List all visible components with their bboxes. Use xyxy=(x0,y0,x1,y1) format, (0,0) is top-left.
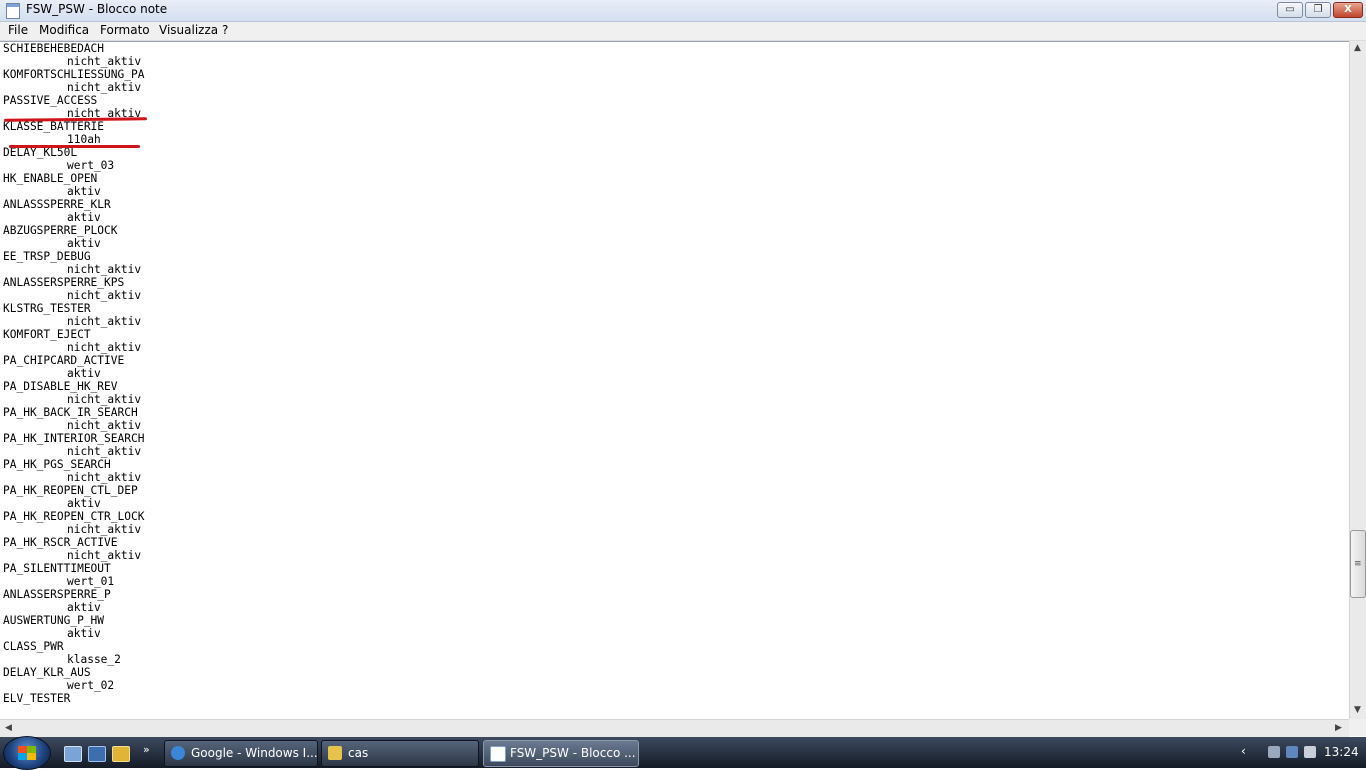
scroll-down-arrow-icon[interactable]: ▼ xyxy=(1354,705,1361,715)
grip-icon: ≡ xyxy=(1354,559,1362,569)
text-line-key: PA_DISABLE_HK_REV xyxy=(3,380,118,393)
network-icon[interactable] xyxy=(1286,746,1298,758)
menu-bar: File Modifica Formato Visualizza ? xyxy=(0,22,1366,41)
text-line-value: wert_02 xyxy=(67,679,115,692)
text-line-key: HK_ENABLE_OPEN xyxy=(3,172,98,185)
text-line-value: aktiv xyxy=(67,185,101,198)
text-line-key: KLSTRG_TESTER xyxy=(3,302,91,315)
text-line-value: aktiv xyxy=(67,211,101,224)
text-line-value: nicht_aktiv xyxy=(67,55,142,68)
scroll-left-arrow-icon[interactable]: ◀ xyxy=(5,723,12,733)
quicklaunch-more-icon[interactable]: » xyxy=(143,743,150,756)
text-line-key: DELAY_KLR_AUS xyxy=(3,666,91,679)
taskbar: » Google - Windows I... cas FSW_PSW - Bl… xyxy=(0,736,1366,770)
task-label: FSW_PSW - Blocco ... xyxy=(510,746,636,760)
text-line-key: PA_SILENTTIMEOUT xyxy=(3,562,111,575)
text-line-key: EE_TRSP_DEBUG xyxy=(3,250,91,263)
task-button-folder[interactable]: cas xyxy=(321,740,479,767)
text-line-value: aktiv xyxy=(67,601,101,614)
task-button-notepad[interactable]: FSW_PSW - Blocco ... xyxy=(483,740,639,767)
close-button[interactable]: X xyxy=(1333,2,1363,18)
text-line-value: aktiv xyxy=(67,237,101,250)
text-line-value: aktiv xyxy=(67,627,101,640)
text-line-key: KOMFORTSCHLIESSUNG_PA xyxy=(3,68,145,81)
scroll-right-arrow-icon[interactable]: ▶ xyxy=(1335,723,1342,733)
text-line-value: wert_01 xyxy=(67,575,115,588)
text-line-key: ANLASSERSPERRE_KPS xyxy=(3,276,125,289)
text-line-key: ABZUGSPERRE_PLOCK xyxy=(3,224,118,237)
minimize-button[interactable]: ▭ xyxy=(1277,2,1303,18)
text-line-value: nicht_aktiv xyxy=(67,445,142,458)
vertical-scrollbar[interactable]: ▲ ▼ xyxy=(1349,41,1366,719)
text-line-value: nicht_aktiv xyxy=(67,289,142,302)
text-line-value: klasse_2 xyxy=(67,653,121,666)
title-bar[interactable]: FSW_PSW - Blocco note ▭ ❐ X xyxy=(0,0,1366,22)
red-underline-annotation xyxy=(9,145,140,148)
text-line-key: AUSWERTUNG_P_HW xyxy=(3,614,105,627)
text-line-value: nicht_aktiv xyxy=(67,341,142,354)
text-line-key: PA_HK_REOPEN_CTR_LOCK xyxy=(3,510,145,523)
maximize-button[interactable]: ❐ xyxy=(1305,2,1331,18)
internet-explorer-icon xyxy=(171,746,185,760)
menu-modifica[interactable]: Modifica xyxy=(39,23,89,37)
text-line-key: PA_HK_INTERIOR_SEARCH xyxy=(3,432,145,445)
menu-file[interactable]: File xyxy=(8,23,28,37)
vertical-scroll-thumb[interactable]: ≡ xyxy=(1350,530,1366,598)
text-line-key: SCHIEBEHEBEDACH xyxy=(3,42,105,55)
text-line-value: nicht_aktiv xyxy=(67,549,142,562)
scrollbar-corner xyxy=(1349,719,1366,736)
volume-icon[interactable] xyxy=(1304,746,1316,758)
text-line-value: nicht_aktiv xyxy=(67,315,142,328)
text-line-key: PA_HK_REOPEN_CTL_DEP xyxy=(3,484,138,497)
switch-windows-icon[interactable] xyxy=(88,746,106,762)
text-content: SCHIEBEHEBEDACH nicht_aktiv KOMFORTSCHLIES… xyxy=(3,42,144,705)
text-line-value: aktiv xyxy=(67,497,101,510)
text-line-key: ANLASSERSPERRE_P xyxy=(3,588,111,601)
text-line-key: PA_HK_BACK_IR_SEARCH xyxy=(3,406,138,419)
text-line-value: nicht_aktiv xyxy=(67,419,142,432)
task-label: Google - Windows I... xyxy=(191,746,318,760)
text-line-value: nicht_aktiv xyxy=(67,263,142,276)
start-button[interactable] xyxy=(3,736,51,770)
horizontal-scrollbar[interactable]: ◀ ▶ xyxy=(0,719,1349,737)
text-line-value: nicht_aktiv xyxy=(67,523,142,536)
task-label: cas xyxy=(348,746,369,760)
tray-device-icon[interactable] xyxy=(1268,746,1280,758)
notepad-icon xyxy=(490,746,506,762)
clock[interactable]: 13:24 xyxy=(1324,745,1359,759)
text-line-value: nicht_aktiv xyxy=(67,471,142,484)
scroll-up-arrow-icon[interactable]: ▲ xyxy=(1354,43,1361,53)
notepad-icon[interactable] xyxy=(6,3,20,19)
text-line-key: CLASS_PWR xyxy=(3,640,64,653)
window-title: FSW_PSW - Blocco note xyxy=(26,2,168,16)
text-line-key: PA_CHIPCARD_ACTIVE xyxy=(3,354,125,367)
quicklaunch-app-icon[interactable] xyxy=(112,746,130,762)
show-hidden-icons-icon[interactable]: ‹ xyxy=(1241,744,1246,758)
text-line-key: PA_HK_RSCR_ACTIVE xyxy=(3,536,118,549)
text-line-value: aktiv xyxy=(67,367,101,380)
text-line-value: nicht_aktiv xyxy=(67,81,142,94)
text-line-key: ANLASSSPERRE_KLR xyxy=(3,198,111,211)
windows-logo-icon xyxy=(18,746,36,760)
folder-icon xyxy=(328,746,342,760)
text-line-key: KOMFORT_EJECT xyxy=(3,328,91,341)
text-line-key: ELV_TESTER xyxy=(3,692,71,705)
menu-formato[interactable]: Formato xyxy=(100,23,150,37)
menu-visualizza[interactable]: Visualizza xyxy=(159,23,218,37)
task-button-browser[interactable]: Google - Windows I... xyxy=(164,740,318,767)
text-line-value: nicht_aktiv xyxy=(67,393,142,406)
text-line-key: PA_HK_PGS_SEARCH xyxy=(3,458,111,471)
text-line-value: wert_03 xyxy=(67,159,115,172)
text-editor[interactable]: SCHIEBEHEBEDACH nicht_aktiv KOMFORTSCHLIES… xyxy=(0,41,1349,720)
show-desktop-icon[interactable] xyxy=(64,746,82,762)
text-line-key: KLASSE_BATTERIE xyxy=(3,120,105,133)
menu-help[interactable]: ? xyxy=(222,23,228,37)
text-line-key: PASSIVE_ACCESS xyxy=(3,94,98,107)
